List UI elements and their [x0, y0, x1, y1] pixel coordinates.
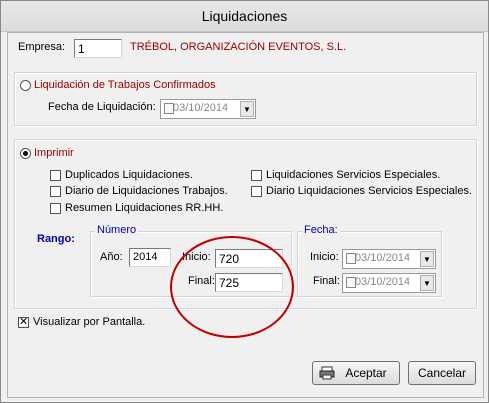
chevron-down-icon[interactable]: ▼	[240, 101, 254, 117]
fecha-legend: Fecha:	[302, 224, 340, 236]
fecha-final-value: 03/10/2014	[355, 276, 411, 288]
fecha-liquidacion-picker[interactable]: 03/10/2014 ▼	[160, 99, 256, 119]
fecha-liquidacion-value: 03/10/2014	[173, 102, 229, 114]
visualizar-label: Visualizar por Pantalla.	[33, 316, 146, 328]
highlight-ellipse	[170, 236, 294, 338]
duplicados-label: Duplicados Liquidaciones.	[65, 169, 193, 181]
servicios-especiales-checkbox[interactable]	[251, 170, 262, 181]
fecha-final-label: Final:	[313, 275, 340, 287]
fecha-final-picker[interactable]: 03/10/2014 ▼	[342, 273, 436, 293]
imprimir-radio[interactable]	[20, 148, 31, 159]
window-title: Liquidaciones	[1, 1, 488, 32]
empresa-input[interactable]: 1	[74, 39, 122, 58]
chevron-down-icon[interactable]: ▼	[420, 275, 434, 291]
rango-label: Rango:	[37, 233, 75, 245]
duplicados-checkbox[interactable]	[50, 170, 61, 181]
fecha-liquidacion-label: Fecha de Liquidación:	[48, 101, 156, 113]
resumen-rrhh-checkbox[interactable]	[50, 203, 61, 214]
dialog-client: Empresa: 1 TRÉBOL, ORGANIZACIÓN EVENTOS,…	[7, 32, 484, 398]
cancelar-label: Cancelar	[417, 366, 467, 380]
trabajos-radio[interactable]	[20, 80, 31, 91]
numero-legend: Número	[95, 224, 139, 236]
aceptar-button[interactable]: Aceptar	[312, 361, 400, 385]
resumen-rrhh-label: Resumen Liquidaciones RR.HH.	[65, 202, 224, 214]
year-input[interactable]: 2014	[129, 248, 171, 267]
diario-servicios-checkbox[interactable]	[251, 186, 262, 197]
chevron-down-icon[interactable]: ▼	[420, 251, 434, 267]
fecha-inicio-value: 03/10/2014	[355, 252, 411, 264]
printer-icon	[319, 366, 335, 380]
fecha-inicio-picker[interactable]: 03/10/2014 ▼	[342, 249, 436, 269]
empresa-name: TRÉBOL, ORGANIZACIÓN EVENTOS, S.L.	[130, 41, 347, 53]
year-label: Año:	[100, 251, 123, 263]
diario-trabajos-label: Diario de Liquidaciones Trabajos.	[65, 185, 228, 197]
servicios-especiales-label: Liquidaciones Servicios Especiales.	[266, 169, 441, 181]
cancelar-button[interactable]: Cancelar	[408, 361, 476, 385]
empresa-label: Empresa:	[18, 41, 66, 53]
trabajos-radio-label[interactable]: Liquidación de Trabajos Confirmados	[34, 79, 216, 91]
aceptar-label: Aceptar	[345, 366, 387, 380]
diario-servicios-label: Diario Liquidaciones Servicios Especiale…	[266, 185, 473, 197]
diario-trabajos-checkbox[interactable]	[50, 186, 61, 197]
imprimir-radio-label[interactable]: Imprimir	[34, 147, 74, 159]
liquidaciones-window: Liquidaciones Empresa: 1 TRÉBOL, ORGANIZ…	[0, 0, 489, 403]
fecha-inicio-label: Inicio:	[310, 251, 339, 263]
visualizar-checkbox[interactable]: ✕	[18, 317, 29, 328]
